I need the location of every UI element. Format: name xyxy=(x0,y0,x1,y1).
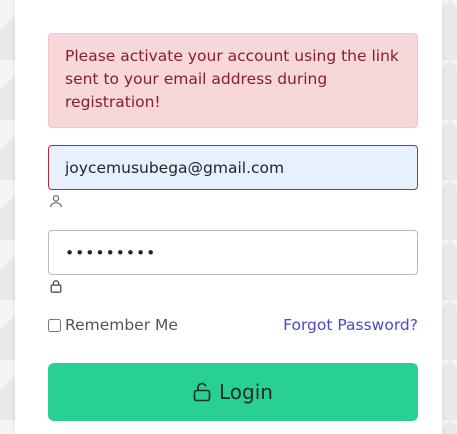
user-icon xyxy=(50,195,62,208)
unlock-icon xyxy=(193,382,211,402)
forgot-password-link[interactable]: Forgot Password? xyxy=(283,316,418,334)
remember-me-checkbox[interactable] xyxy=(48,318,61,332)
password-input[interactable] xyxy=(48,230,418,275)
remember-me[interactable]: Remember Me xyxy=(48,316,178,334)
lock-icon xyxy=(50,280,62,293)
remember-me-label: Remember Me xyxy=(65,316,178,334)
email-input[interactable] xyxy=(48,145,418,190)
login-button[interactable]: Login xyxy=(48,363,418,421)
activation-alert: Please activate your account using the l… xyxy=(48,33,418,128)
alert-message: Please activate your account using the l… xyxy=(65,47,399,111)
login-button-label: Login xyxy=(219,380,273,404)
